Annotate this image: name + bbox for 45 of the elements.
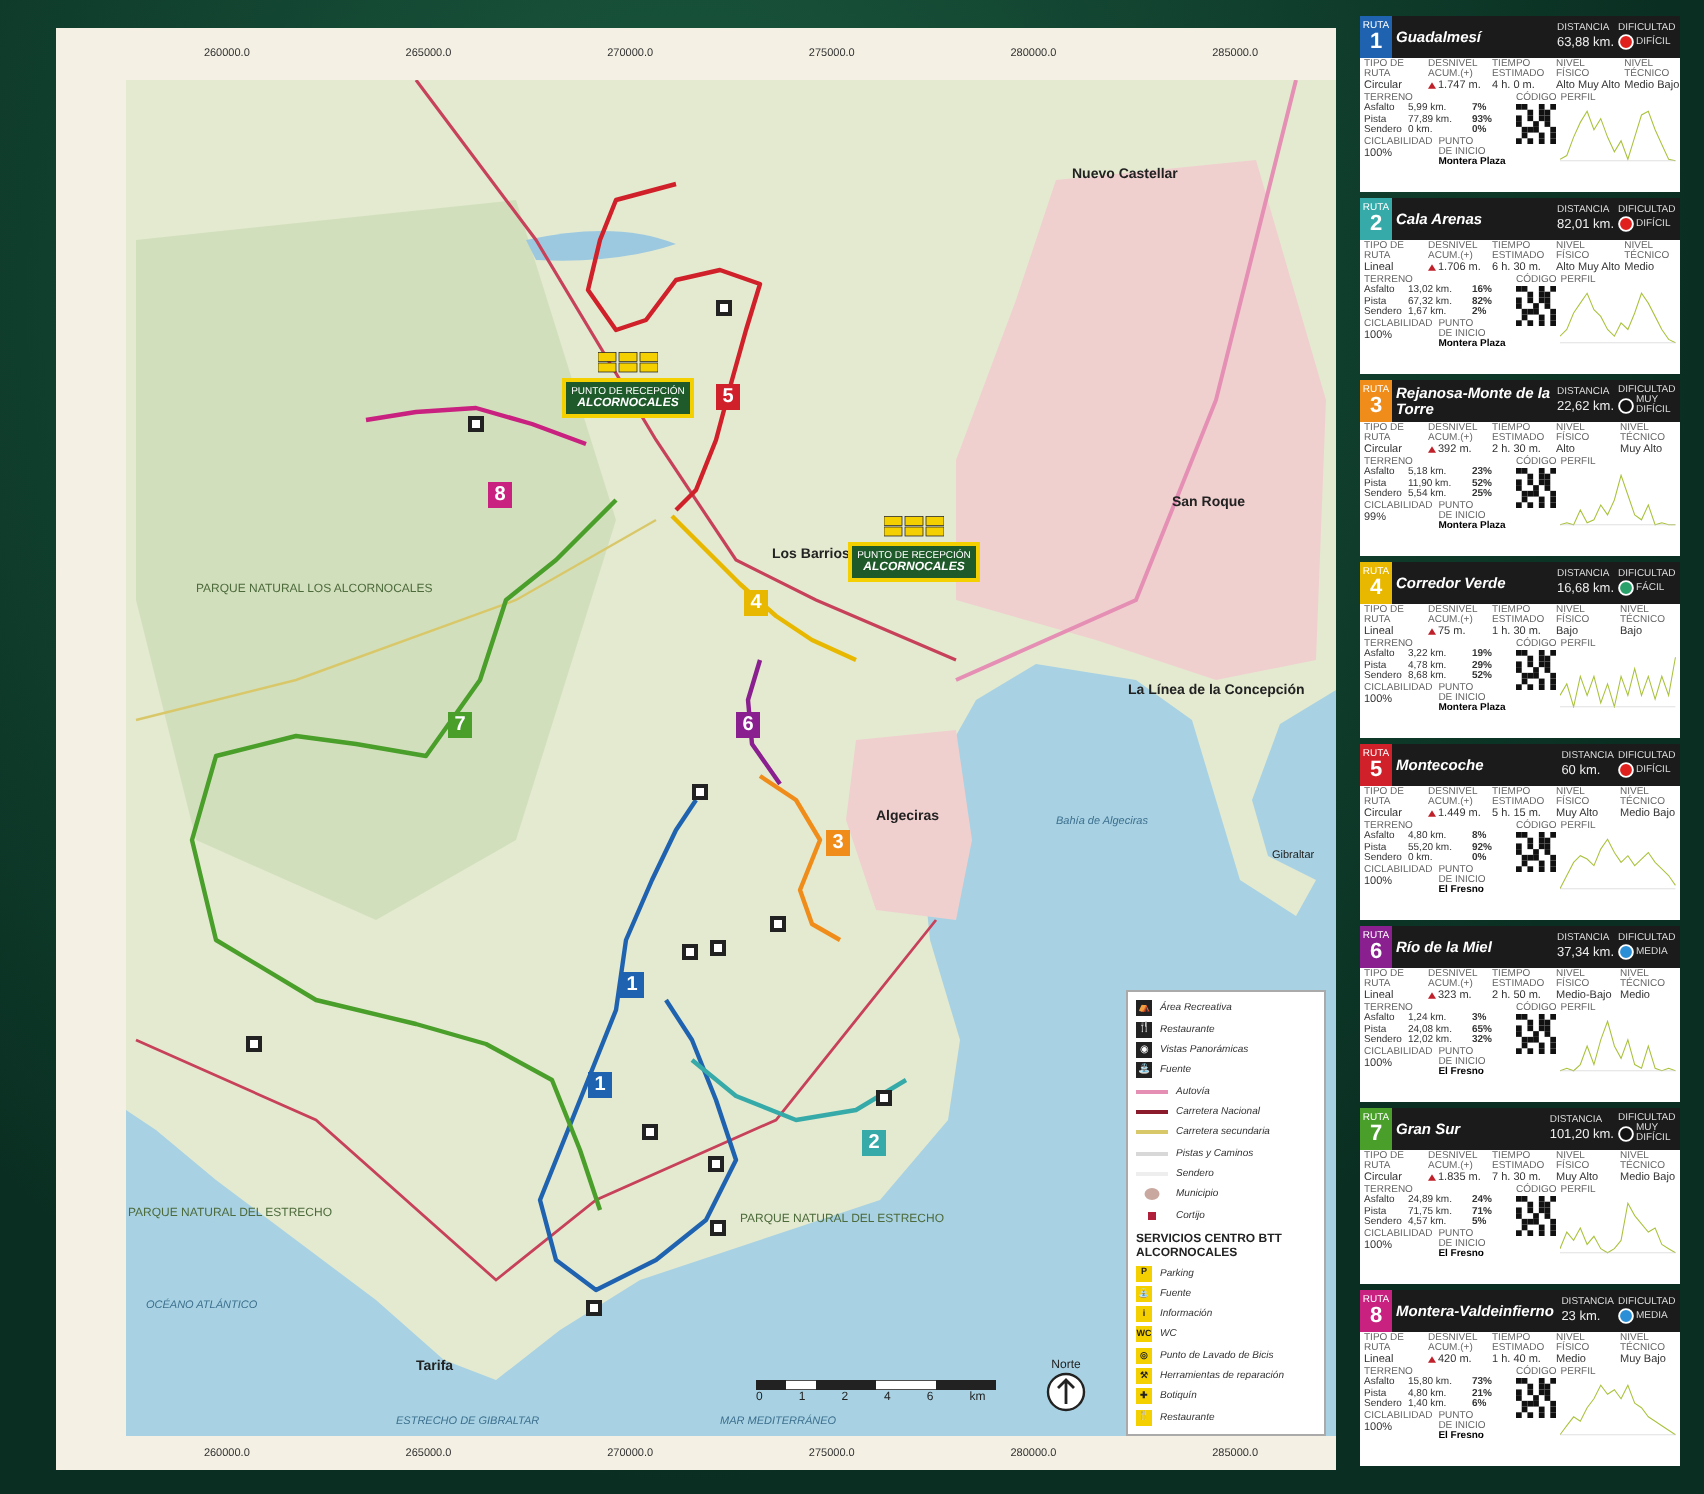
elevation-profile bbox=[1560, 474, 1676, 527]
poi-icon bbox=[708, 1156, 724, 1172]
qr-code-icon bbox=[1516, 1014, 1556, 1055]
qr-code-icon bbox=[1516, 468, 1556, 509]
route-number-badge: 1 bbox=[620, 972, 644, 998]
qr-code-icon bbox=[1516, 104, 1556, 145]
poi-icon bbox=[246, 1036, 262, 1052]
service-icons bbox=[884, 516, 944, 538]
qr-code-icon bbox=[1516, 1378, 1556, 1419]
elevation-profile bbox=[1560, 656, 1676, 709]
ascent-icon bbox=[1428, 992, 1436, 1000]
route-number-badge: 1 bbox=[588, 1072, 612, 1098]
elevation-profile bbox=[1560, 838, 1676, 891]
route-number-badge: 8 bbox=[488, 482, 512, 508]
poi-icon bbox=[876, 1090, 892, 1106]
elevation-profile bbox=[1560, 1202, 1676, 1255]
route-number-badge: 3 bbox=[826, 830, 850, 856]
poi-icon bbox=[710, 1220, 726, 1236]
elevation-profile bbox=[1560, 1020, 1676, 1073]
qr-code-icon bbox=[1516, 650, 1556, 691]
ascent-icon bbox=[1428, 264, 1436, 272]
ascent-icon bbox=[1428, 810, 1436, 818]
qr-code-icon bbox=[1516, 1196, 1556, 1237]
ascent-icon bbox=[1428, 82, 1436, 90]
elevation-profile bbox=[1560, 292, 1676, 345]
ascent-icon bbox=[1428, 446, 1436, 454]
qr-code-icon bbox=[1516, 832, 1556, 873]
poi-icon bbox=[642, 1124, 658, 1140]
poi-icon bbox=[586, 1300, 602, 1316]
service-icons bbox=[598, 352, 658, 374]
route-number-badge: 7 bbox=[448, 712, 472, 738]
poi-icon bbox=[468, 416, 484, 432]
route-number-badge: 6 bbox=[736, 712, 760, 738]
ascent-icon bbox=[1428, 1356, 1436, 1364]
poi-icon bbox=[716, 300, 732, 316]
ascent-icon bbox=[1428, 628, 1436, 636]
route-number-badge: 4 bbox=[744, 590, 768, 616]
qr-code-icon bbox=[1516, 286, 1556, 327]
route-number-badge: 5 bbox=[716, 384, 740, 410]
elevation-profile bbox=[1560, 1384, 1676, 1437]
ascent-icon bbox=[1428, 1174, 1436, 1182]
poi-icon bbox=[692, 784, 708, 800]
elevation-profile bbox=[1560, 110, 1676, 163]
poi-icon bbox=[770, 916, 786, 932]
route-number-badge: 2 bbox=[862, 1130, 886, 1156]
